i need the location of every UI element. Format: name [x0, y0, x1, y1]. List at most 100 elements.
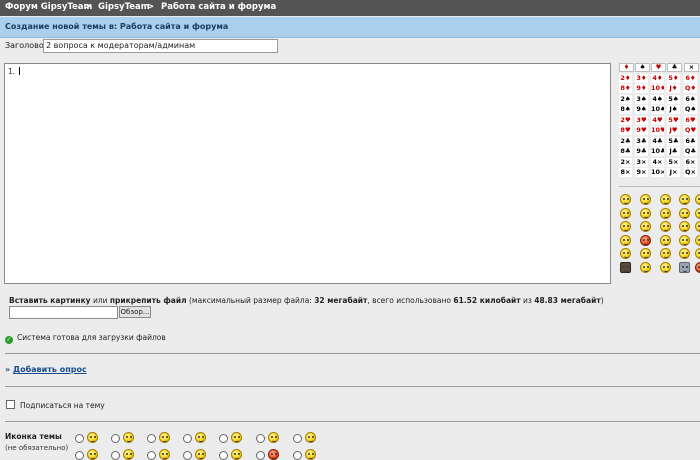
- card-button[interactable]: 8♠: [619, 105, 632, 114]
- smiley-icon[interactable]: [640, 248, 651, 259]
- card-button[interactable]: 5×: [667, 157, 680, 167]
- card-button[interactable]: 8♦: [619, 84, 632, 93]
- topic-icon-radio[interactable]: [75, 434, 84, 443]
- card-button[interactable]: 6♦: [684, 73, 697, 83]
- smiley-icon[interactable]: [695, 261, 700, 273]
- topic-icon-radio[interactable]: [111, 451, 120, 460]
- smiley-icon[interactable]: [620, 221, 631, 232]
- card-button[interactable]: J♣: [667, 147, 680, 156]
- card-suit-button[interactable]: ×: [684, 63, 699, 72]
- card-button[interactable]: 5♥: [667, 115, 680, 125]
- topic-icon-radio[interactable]: [256, 451, 265, 460]
- card-button[interactable]: J♦: [667, 84, 680, 93]
- subscribe-option[interactable]: Подписаться на тему: [6, 400, 105, 411]
- card-button[interactable]: 6×: [684, 157, 697, 167]
- card-button[interactable]: 10×: [651, 168, 664, 177]
- smiley-icon[interactable]: [620, 248, 631, 259]
- card-button[interactable]: Q×: [684, 168, 697, 177]
- smiley-icon[interactable]: [695, 194, 700, 205]
- smiley-icon[interactable]: [640, 207, 651, 219]
- card-button[interactable]: 5♦: [667, 73, 680, 83]
- topic-icon-radio[interactable]: [75, 451, 84, 460]
- card-button[interactable]: Q♦: [684, 84, 697, 93]
- smiley-icon[interactable]: [660, 248, 671, 259]
- card-button[interactable]: 6♣: [684, 136, 697, 146]
- smiley-icon[interactable]: [640, 194, 651, 205]
- card-button[interactable]: J×: [667, 168, 680, 177]
- topic-icon-radio[interactable]: [147, 434, 156, 443]
- smiley-icon[interactable]: [695, 207, 700, 219]
- smiley-icon[interactable]: [679, 207, 690, 219]
- file-path-input[interactable]: [9, 306, 118, 319]
- card-button[interactable]: 2♠: [619, 94, 632, 104]
- browse-button[interactable]: Обзор...: [119, 306, 151, 318]
- topic-icon-radio[interactable]: [219, 451, 228, 460]
- card-button[interactable]: Q♣: [684, 147, 697, 156]
- smiley-icon[interactable]: [679, 194, 690, 205]
- smiley-icon[interactable]: [660, 194, 671, 205]
- card-button[interactable]: 4♣: [651, 136, 664, 146]
- card-button[interactable]: 6♠: [684, 94, 697, 104]
- smiley-icon[interactable]: [620, 194, 631, 205]
- card-button[interactable]: 4♦: [651, 73, 664, 83]
- card-button[interactable]: 10♦: [651, 84, 664, 93]
- card-button[interactable]: Q♠: [684, 105, 697, 114]
- card-button[interactable]: 8×: [619, 168, 632, 177]
- card-button[interactable]: 6♥: [684, 115, 697, 125]
- breadcrumb-section-link[interactable]: GipsyTeam: [98, 0, 150, 14]
- smiley-icon[interactable]: [679, 221, 690, 232]
- smiley-icon[interactable]: [640, 221, 651, 232]
- smiley-icon[interactable]: [620, 234, 631, 246]
- card-button[interactable]: 10♥: [651, 126, 664, 135]
- card-button[interactable]: 2♣: [619, 136, 632, 146]
- smiley-icon[interactable]: [660, 207, 671, 219]
- card-suit-button[interactable]: ♦: [619, 63, 634, 72]
- card-button[interactable]: 3♦: [635, 73, 648, 83]
- message-editor[interactable]: 1.: [4, 63, 611, 284]
- subscribe-checkbox[interactable]: [6, 400, 15, 409]
- smiley-icon[interactable]: [660, 234, 671, 246]
- breadcrumb-subsection-link[interactable]: Работа сайта и форума: [161, 0, 276, 14]
- card-button[interactable]: 2×: [619, 157, 632, 167]
- card-suit-button[interactable]: ♥: [651, 63, 666, 72]
- smiley-icon[interactable]: [679, 234, 690, 246]
- smiley-icon[interactable]: [695, 221, 700, 232]
- card-button[interactable]: 2♦: [619, 73, 632, 83]
- card-button[interactable]: 10♠: [651, 105, 664, 114]
- smiley-icon[interactable]: [679, 261, 690, 273]
- card-suit-button[interactable]: ♠: [635, 63, 650, 72]
- smiley-icon[interactable]: [695, 234, 700, 246]
- card-button[interactable]: 8♣: [619, 147, 632, 156]
- topic-icon-radio[interactable]: [147, 451, 156, 460]
- smiley-icon[interactable]: [620, 261, 631, 273]
- card-button[interactable]: 8♥: [619, 126, 632, 135]
- topic-icon-radio[interactable]: [111, 434, 120, 443]
- card-suit-button[interactable]: ♣: [667, 63, 682, 72]
- smiley-icon[interactable]: [620, 207, 631, 219]
- card-button[interactable]: 4×: [651, 157, 664, 167]
- card-button[interactable]: 4♠: [651, 94, 664, 104]
- topic-icon-radio[interactable]: [219, 434, 228, 443]
- smiley-icon[interactable]: [660, 261, 671, 273]
- smiley-icon[interactable]: [660, 221, 671, 232]
- card-button[interactable]: 9♦: [635, 84, 648, 93]
- card-button[interactable]: 9×: [635, 168, 648, 177]
- card-button[interactable]: J♠: [667, 105, 680, 114]
- smiley-icon[interactable]: [640, 261, 651, 273]
- card-button[interactable]: 3♥: [635, 115, 648, 125]
- card-button[interactable]: 5♠: [667, 94, 680, 104]
- card-button[interactable]: 3×: [635, 157, 648, 167]
- smiley-icon[interactable]: [679, 248, 690, 259]
- topic-icon-radio[interactable]: [256, 434, 265, 443]
- card-button[interactable]: 10♣: [651, 147, 664, 156]
- add-poll-link[interactable]: Добавить опрос: [13, 365, 87, 374]
- card-button[interactable]: 3♠: [635, 94, 648, 104]
- card-button[interactable]: 5♣: [667, 136, 680, 146]
- topic-icon-radio[interactable]: [183, 451, 192, 460]
- breadcrumb-forum-link[interactable]: Форум GipsyTeam: [5, 0, 92, 14]
- smiley-icon[interactable]: [640, 234, 651, 246]
- card-button[interactable]: Q♥: [684, 126, 697, 135]
- card-button[interactable]: 9♠: [635, 105, 648, 114]
- card-button[interactable]: 9♥: [635, 126, 648, 135]
- card-button[interactable]: 9♣: [635, 147, 648, 156]
